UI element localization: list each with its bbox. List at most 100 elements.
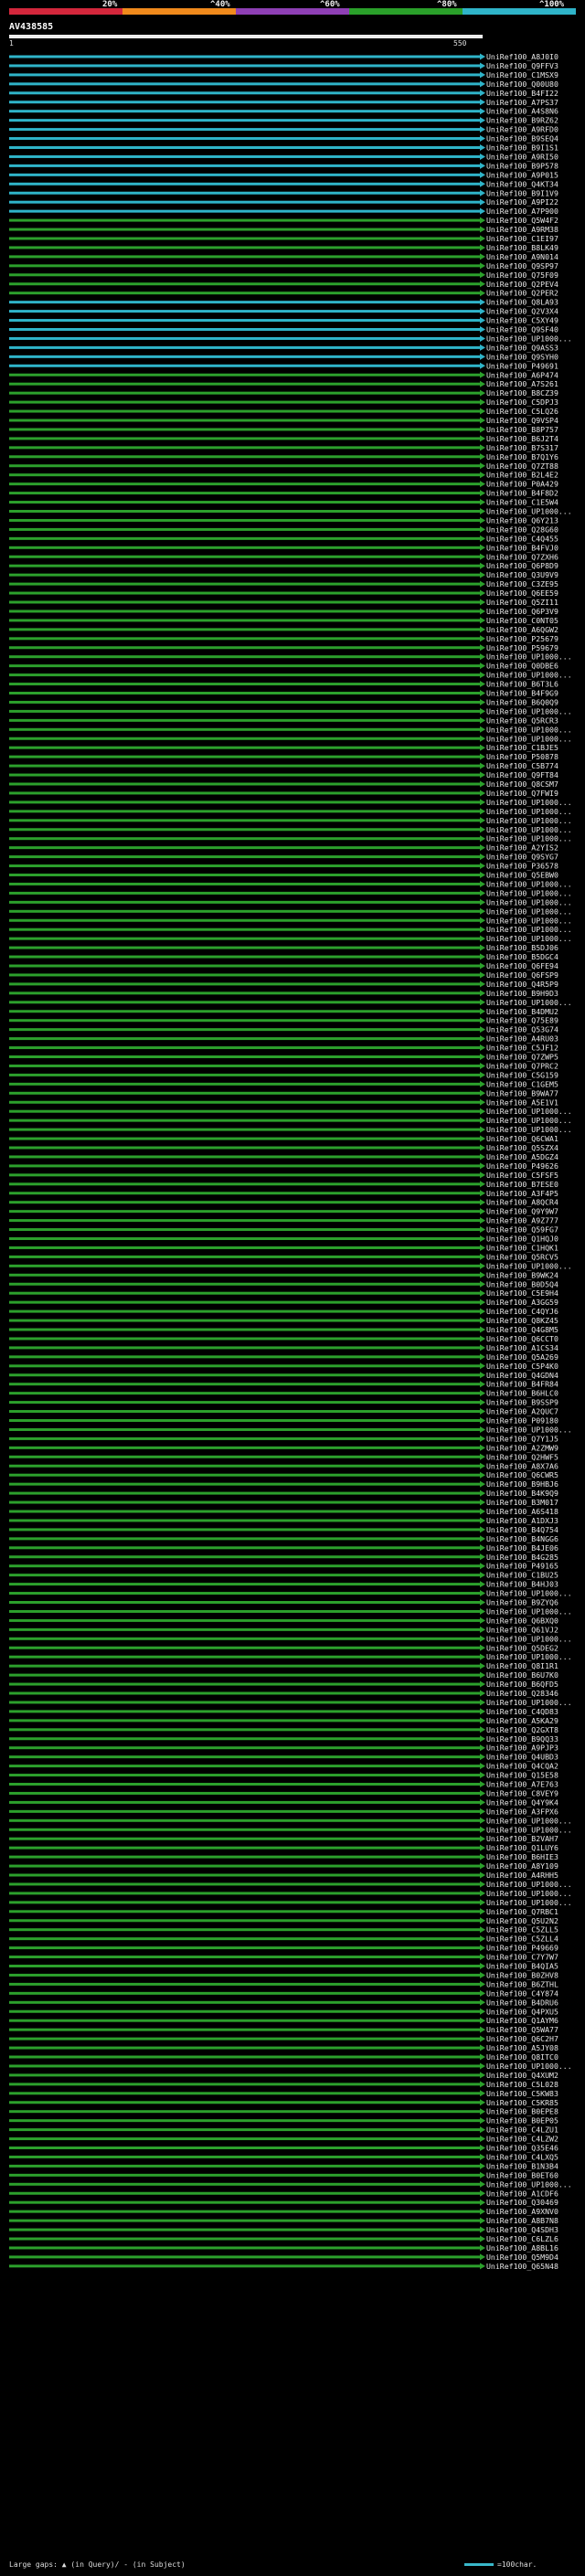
- hit-arrow: [480, 2053, 485, 2061]
- hit-arrow: [480, 707, 485, 715]
- hit-row: UniRef100_UP1000...: [9, 934, 572, 943]
- hit-bar: [9, 446, 480, 450]
- hit-row: UniRef100_C5KW83: [9, 2089, 558, 2098]
- hit-row: UniRef100_Q9FT84: [9, 770, 558, 779]
- hit-arrow: [480, 2081, 485, 2088]
- hit-bar: [9, 492, 480, 495]
- hit-row: UniRef100_UP1000...: [9, 807, 572, 816]
- hit-row: UniRef100_A5KA29: [9, 1716, 558, 1725]
- hit-label: UniRef100_Q2PER2: [486, 289, 558, 298]
- hit-row: UniRef100_UP1000...: [9, 879, 572, 888]
- hit-row: UniRef100_Q4SDH3: [9, 2225, 558, 2234]
- hit-arrow: [480, 1117, 485, 1124]
- hit-bar: [9, 655, 480, 659]
- hit-arrow: [480, 80, 485, 88]
- hit-bar: [9, 501, 480, 504]
- hit-label: UniRef100_A6QGW2: [486, 625, 558, 634]
- hit-bar: [9, 373, 480, 376]
- hit-label: UniRef100_B9QQ33: [486, 1734, 558, 1744]
- hit-bar: [9, 518, 480, 522]
- hit-row: UniRef100_UP1000...: [9, 334, 572, 343]
- hit-label: UniRef100_B4HJ03: [486, 1580, 558, 1589]
- hit-arrow: [480, 1699, 485, 1706]
- hit-row: UniRef100_C1E5W4: [9, 498, 558, 507]
- hit-row: UniRef100_A7P900: [9, 207, 558, 216]
- hit-bar: [9, 536, 480, 540]
- hit-row: UniRef100_UP1000...: [9, 1652, 572, 1661]
- hit-label: UniRef100_B4F8D2: [486, 489, 558, 498]
- hit-arrow: [480, 726, 485, 733]
- hit-row: UniRef100_Q9SYH0: [9, 352, 558, 361]
- hit-row: UniRef100_A3FPX6: [9, 1807, 558, 1816]
- hit-arrow: [480, 663, 485, 670]
- hit-label: UniRef100_A4RHH5: [486, 1871, 558, 1880]
- hit-label: UniRef100_Q9SYH0: [486, 352, 558, 361]
- hit-row: UniRef100_P50878: [9, 752, 558, 761]
- hit-label: UniRef100_Q53G74: [486, 1025, 558, 1034]
- hit-row: UniRef100_Q4G8M5: [9, 1325, 558, 1334]
- hit-label: UniRef100_B6ZTHL: [486, 1979, 558, 1988]
- hit-bar: [9, 355, 480, 358]
- hit-label: UniRef100_UP1000...: [486, 1261, 572, 1270]
- hit-arrow: [480, 1708, 485, 1715]
- hit-bar: [9, 218, 480, 222]
- hit-bar: [9, 1300, 480, 1304]
- hit-arrow: [480, 1954, 485, 1961]
- hit-bar: [9, 955, 480, 959]
- hit-arrow: [480, 1607, 485, 1615]
- hit-arrow: [480, 317, 485, 324]
- hit-row: UniRef100_Q28346: [9, 1689, 558, 1698]
- hit-label: UniRef100_Q7ZXH6: [486, 552, 558, 561]
- hit-arrow: [480, 1526, 485, 1533]
- hit-row: UniRef100_B0EPE8: [9, 2107, 558, 2116]
- hit-row: UniRef100_B6T3L6: [9, 680, 558, 689]
- hit-label: UniRef100_B6T3L6: [486, 680, 558, 689]
- hit-row: UniRef100_B9P578: [9, 161, 558, 170]
- hit-bar: [9, 1473, 480, 1477]
- hit-arrow: [480, 1690, 485, 1697]
- hit-bar: [9, 610, 480, 613]
- hit-arrow: [480, 1289, 485, 1297]
- hit-label: UniRef100_B0ET60: [486, 2170, 558, 2179]
- hit-bar: [9, 628, 480, 631]
- hit-arrow: [480, 889, 485, 896]
- hit-label: UniRef100_C5LQ26: [486, 407, 558, 416]
- hit-row: UniRef100_B8CZ39: [9, 388, 558, 398]
- hit-row: UniRef100_Q3U9V9: [9, 570, 558, 579]
- hit-bar: [9, 382, 480, 386]
- hit-label: UniRef100_Q4SDH3: [486, 2225, 558, 2234]
- hit-bar: [9, 1100, 480, 1104]
- hit-bar: [9, 1246, 480, 1249]
- hit-row: UniRef100_A3GG59: [9, 1298, 558, 1307]
- hit-bar: [9, 191, 480, 195]
- hit-label: UniRef100_P36578: [486, 862, 558, 871]
- hit-bar: [9, 301, 480, 304]
- hit-row: UniRef100_B4HJ03: [9, 1580, 558, 1589]
- hit-arrow: [480, 334, 485, 342]
- hit-row: UniRef100_B9I1V9: [9, 188, 558, 197]
- hit-row: UniRef100_A7PS37: [9, 98, 558, 107]
- hit-bar: [9, 1064, 480, 1067]
- hit-row: UniRef100_B3M017: [9, 1498, 558, 1507]
- hit-label: UniRef100_B9SEQ4: [486, 134, 558, 143]
- hit-bar: [9, 637, 480, 641]
- hit-label: UniRef100_C4LZU1: [486, 2125, 558, 2135]
- hit-label: UniRef100_Q3U9V9: [486, 570, 558, 579]
- hit-row: UniRef100_UP1000...: [9, 2062, 572, 2071]
- hit-bar: [9, 264, 480, 268]
- hit-row: UniRef100_UP1000...: [9, 888, 572, 897]
- hit-bar: [9, 1991, 480, 1995]
- hit-row: UniRef100_A4RHH5: [9, 1871, 558, 1880]
- hit-arrow: [480, 1244, 485, 1251]
- hit-label: UniRef100_Q30469: [486, 2198, 558, 2207]
- hit-bar: [9, 1273, 480, 1277]
- hit-label: UniRef100_B9I1V9: [486, 188, 558, 197]
- hit-label: UniRef100_C5B774: [486, 761, 558, 770]
- hit-arrow: [480, 844, 485, 852]
- hit-bar: [9, 1910, 480, 1913]
- hit-arrow: [480, 2136, 485, 2143]
- hit-arrow: [480, 2017, 485, 2024]
- hit-bar: [9, 1264, 480, 1267]
- hit-row: UniRef100_A8QCR4: [9, 1198, 558, 1207]
- hit-bar: [9, 1837, 480, 1840]
